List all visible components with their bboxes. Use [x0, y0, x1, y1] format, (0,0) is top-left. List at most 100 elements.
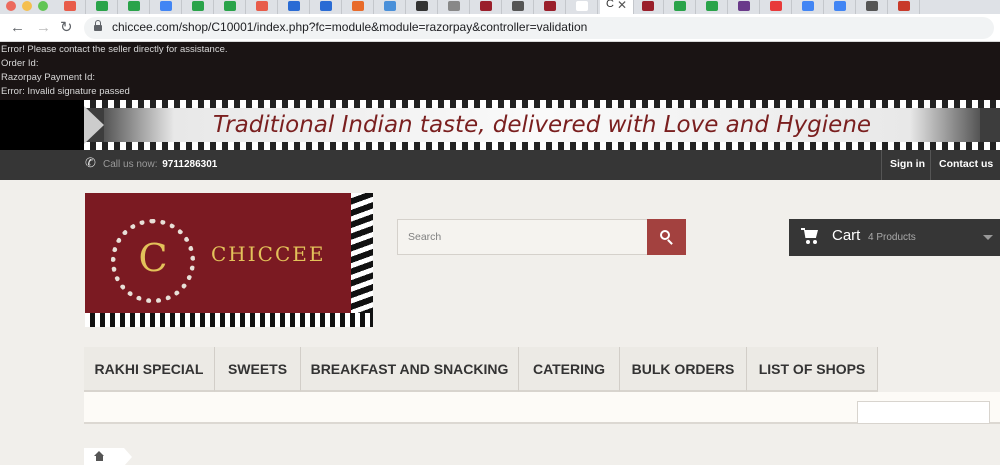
banner-tagline: Traditional Indian taste, delivered with…	[212, 112, 872, 138]
phone-icon: ✆	[85, 155, 96, 170]
browser-tab[interactable]	[376, 0, 406, 14]
browser-tab[interactable]	[536, 0, 566, 14]
browser-tab[interactable]	[248, 0, 278, 14]
tab-favicon-icon	[512, 1, 524, 11]
tab-favicon-icon	[738, 1, 750, 11]
logo-pattern-right	[351, 193, 373, 327]
tab-favicon-icon	[642, 1, 654, 11]
payment-id-line: Razorpay Payment Id:	[1, 72, 95, 83]
breadcrumb-home[interactable]	[84, 448, 132, 465]
cart-icon	[801, 228, 819, 244]
browser-tab[interactable]	[794, 0, 824, 14]
call-us: Call us now: 9711286301	[103, 159, 217, 170]
browser-tab[interactable]	[184, 0, 214, 14]
close-tab-icon[interactable]: ✕	[617, 0, 627, 12]
browser-tab-active[interactable]: C ✕	[600, 0, 634, 14]
browser-tab[interactable]	[762, 0, 792, 14]
browser-tab[interactable]	[312, 0, 342, 14]
browser-tab[interactable]	[344, 0, 374, 14]
contact-us-link[interactable]: Contact us	[930, 150, 1000, 180]
close-window-dot[interactable]	[6, 1, 16, 11]
browser-tab[interactable]	[568, 0, 598, 14]
tab-favicon-icon	[288, 1, 300, 11]
cart-count: 4 Products	[868, 232, 916, 243]
site-logo[interactable]: C CHICCEE	[85, 193, 373, 327]
sign-in-link[interactable]: Sign in	[881, 150, 933, 180]
search-icon-handle	[667, 239, 673, 245]
menu-item-bulk-orders[interactable]: BULK ORDERS	[620, 347, 747, 392]
minimize-window-dot[interactable]	[22, 1, 32, 11]
forward-icon[interactable]: →	[36, 18, 51, 38]
tab-favicon-icon	[384, 1, 396, 11]
browser-tab[interactable]	[666, 0, 696, 14]
home-icon	[94, 451, 105, 461]
browser-tab[interactable]	[858, 0, 888, 14]
menu-item-catering[interactable]: CATERING	[519, 347, 620, 392]
banner-bottom-border	[84, 142, 1000, 150]
tab-favicon-icon	[64, 1, 76, 11]
browser-tab[interactable]	[472, 0, 502, 14]
menu-item-breakfast-and-snacking[interactable]: BREAKFAST AND SNACKING	[301, 347, 519, 392]
browser-tab[interactable]	[216, 0, 246, 14]
tab-favicon-icon	[706, 1, 718, 11]
logo-initial: C	[138, 236, 168, 280]
logo-wordmark: CHICCEE	[211, 242, 326, 266]
tab-favicon-icon	[416, 1, 428, 11]
browser-tab[interactable]	[120, 0, 150, 14]
browser-tab[interactable]	[88, 0, 118, 14]
lock-icon[interactable]	[94, 20, 102, 32]
url-text[interactable]: chiccee.com/shop/C10001/index.php?fc=mod…	[112, 20, 587, 34]
browser-tab[interactable]	[698, 0, 728, 14]
payment-error-block: Error! Please contact the seller directl…	[0, 42, 1000, 100]
tab-favicon-icon	[352, 1, 364, 11]
tab-favicon-icon	[802, 1, 814, 11]
active-tab-label: C	[606, 0, 614, 10]
tab-favicon-icon	[224, 1, 236, 11]
tab-favicon-icon	[834, 1, 846, 11]
browser-tab[interactable]	[440, 0, 470, 14]
browser-tab[interactable]	[152, 0, 182, 14]
browser-tab[interactable]	[280, 0, 310, 14]
main-menu: RAKHI SPECIAL SWEETS BREAKFAST AND SNACK…	[84, 347, 1000, 392]
maximize-window-dot[interactable]	[38, 1, 48, 11]
top-nav-bar: ✆ Call us now: 9711286301 Sign in Contac…	[0, 150, 1000, 180]
menu-item-list-of-shops[interactable]: LIST OF SHOPS	[747, 347, 878, 392]
tab-favicon-icon	[320, 1, 332, 11]
tab-favicon-icon	[448, 1, 460, 11]
banner-top-border	[84, 100, 1000, 108]
browser-tab[interactable]	[890, 0, 920, 14]
banner-left-margin	[0, 100, 84, 150]
menu-item-rakhi-special[interactable]: RAKHI SPECIAL	[84, 347, 215, 392]
error-detail: Error: Invalid signature passed	[1, 86, 130, 97]
browser-tab[interactable]	[56, 0, 86, 14]
tab-favicon-icon	[770, 1, 782, 11]
tab-favicon-icon	[256, 1, 268, 11]
back-icon[interactable]: ←	[10, 18, 25, 38]
tab-favicon-icon	[96, 1, 108, 11]
browser-tabstrip: C ✕	[0, 0, 1000, 14]
tab-favicon-icon	[576, 1, 588, 11]
search-input[interactable]	[397, 219, 648, 255]
search-button[interactable]	[647, 219, 686, 255]
logo-pattern-bottom	[85, 313, 373, 327]
order-id-line: Order Id:	[1, 58, 39, 69]
call-us-label: Call us now:	[103, 159, 158, 170]
browser-tab[interactable]	[408, 0, 438, 14]
phone-number[interactable]: 9711286301	[162, 159, 217, 170]
tab-favicon-icon	[898, 1, 910, 11]
reload-icon[interactable]: ↻	[60, 18, 73, 38]
banner-inner: Traditional Indian taste, delivered with…	[84, 106, 980, 144]
tab-favicon-icon	[866, 1, 878, 11]
browser-tab[interactable]	[826, 0, 856, 14]
browser-tab[interactable]	[634, 0, 664, 14]
cart-button[interactable]: Cart 4 Products	[789, 219, 1000, 256]
browser-tab[interactable]	[730, 0, 760, 14]
subbar-search-field[interactable]	[857, 401, 990, 424]
menu-item-sweets[interactable]: SWEETS	[215, 347, 301, 392]
address-bar[interactable]: chiccee.com/shop/C10001/index.php?fc=mod…	[84, 17, 994, 39]
promo-banner[interactable]: Traditional Indian taste, delivered with…	[84, 100, 1000, 150]
browser-toolbar: ← → ↻ chiccee.com/shop/C10001/index.php?…	[0, 14, 1000, 42]
tab-favicon-icon	[128, 1, 140, 11]
error-message: Error! Please contact the seller directl…	[1, 44, 228, 55]
browser-tab[interactable]	[504, 0, 534, 14]
